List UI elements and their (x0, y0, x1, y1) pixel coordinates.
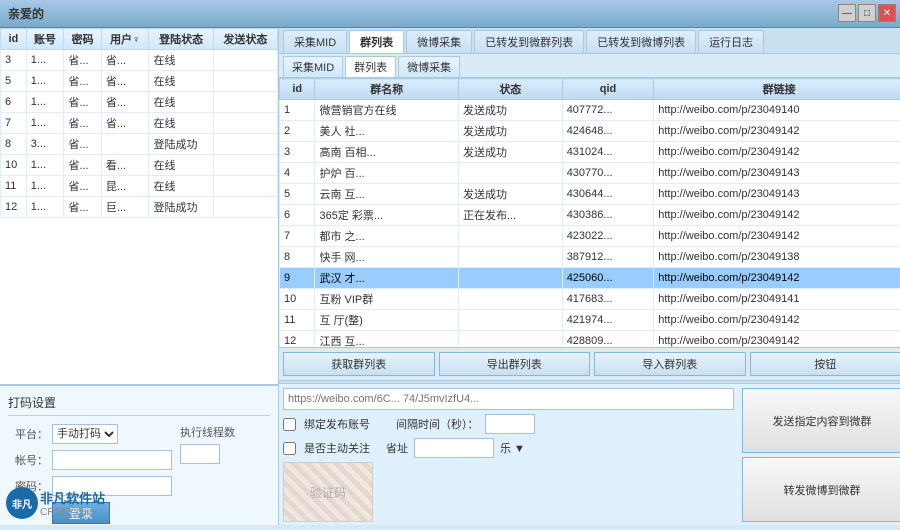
account-table-row[interactable]: 51...省...省...在线 (1, 71, 278, 92)
close-button[interactable]: ✕ (878, 4, 896, 22)
platform-label: 平台： (8, 426, 48, 442)
minimize-button[interactable]: — (838, 4, 856, 22)
more-group-btn[interactable]: 按钮 (750, 352, 900, 376)
top-tab-采集MID[interactable]: 采集MID (283, 30, 347, 53)
thread-label: 执行线程数 (180, 424, 235, 440)
account-table-row[interactable]: 71...省...省...在线 (1, 113, 278, 134)
logo-icon: 非凡 (6, 487, 38, 519)
group-table-row[interactable]: 10互粉 VIP群417683...http://weibo.com/p/230… (280, 289, 900, 310)
follow-label: 是否主动关注 (304, 440, 370, 456)
subtab-微博采集[interactable]: 微博采集 (398, 56, 460, 77)
fetch-group-btn[interactable]: 获取群列表 (283, 352, 435, 376)
group-table-row[interactable]: 1微营销官方在线发送成功407772...http://weibo.com/p/… (280, 100, 900, 121)
export-group-btn[interactable]: 导出群列表 (439, 352, 591, 376)
account-table-row[interactable]: 83...省...登陆成功 (1, 134, 278, 155)
joy-label: 乐 ▼ (500, 440, 525, 456)
account-table-row[interactable]: 111...省...昆...在线 (1, 176, 278, 197)
group-table-row[interactable]: 11互 厅(整)421974...http://weibo.com/p/2304… (280, 310, 900, 331)
col-id: id (1, 29, 27, 50)
col-account: 账号 (26, 29, 64, 50)
group-col-name: 群名称 (315, 79, 459, 100)
app-title: 亲爱的 (8, 5, 44, 22)
top-tab-运行日志[interactable]: 运行日志 (698, 30, 764, 53)
account-table-row[interactable]: 101...省...看...在线 (1, 155, 278, 176)
platform-select[interactable]: 手动打码 (52, 424, 118, 444)
group-table-area[interactable]: id 群名称 状态 qid 群链接 1微营销官方在线发送成功407772...h… (279, 78, 900, 347)
group-table-row[interactable]: 7都市 之...423022...http://weibo.com/p/2304… (280, 226, 900, 247)
group-col-status: 状态 (458, 79, 562, 100)
logo-info: 非凡软件站 CRSKY.com (40, 488, 105, 518)
captcha-image: 验证码 (283, 462, 373, 522)
group-col-id: id (280, 79, 315, 100)
top-tabs-row: 采集MID群列表微博采集已转发到微群列表已转发到微博列表运行日志 (279, 28, 900, 54)
logo-area: 非凡 非凡软件站 CRSKY.com (6, 487, 105, 519)
account-table-row[interactable]: 121...省...巨...登陆成功 (1, 197, 278, 218)
top-tab-已转发到微博列表[interactable]: 已转发到微博列表 (586, 30, 696, 53)
bottom-right-section: 发送指定内容到微群 转发微博到微群 (742, 388, 900, 522)
account-table: id 账号 密码 用户♀ 登陆状态 发送状态 31...省...省...在线51… (0, 28, 278, 218)
group-table: id 群名称 状态 qid 群链接 1微营销官方在线发送成功407772...h… (279, 78, 900, 347)
group-table-row[interactable]: 8快手 网...387912...http://weibo.com/p/2304… (280, 247, 900, 268)
main-area: id 账号 密码 用户♀ 登陆状态 发送状态 31...省...省...在线51… (0, 28, 900, 525)
bottom-content-area: 绑定发布账号 间隔时间（秒）： 0 是否主动关注 省址 乐 ▼ 验证码 (279, 384, 900, 526)
group-table-row[interactable]: 4护炉 百...430770...http://weibo.com/p/2304… (280, 163, 900, 184)
top-tab-群列表[interactable]: 群列表 (349, 30, 404, 53)
group-btn-row: 获取群列表 导出群列表 导入群列表 按钮 (279, 347, 900, 380)
bottom-panel: 关注微博评论微博转发微博发私信微博点赞批量评论批量群发申请加群取消关注删除微博 … (279, 380, 900, 525)
col-user: 用户♀ (101, 29, 149, 50)
send-to-group-btn[interactable]: 发送指定内容到微群 (742, 388, 900, 453)
account-table-area: id 账号 密码 用户♀ 登陆状态 发送状态 31...省...省...在线51… (0, 28, 278, 385)
title-bar: 亲爱的 — □ ✕ (0, 0, 900, 28)
group-table-row[interactable]: 6365定 彩票...正在发布...430386...http://weibo.… (280, 205, 900, 226)
account-label: 帐号： (8, 452, 48, 468)
group-table-row[interactable]: 3高南 百相...发送成功431024...http://weibo.com/p… (280, 142, 900, 163)
forward-to-group-btn[interactable]: 转发微博到微群 (742, 457, 900, 522)
group-table-row[interactable]: 2美人 社...发送成功424648...http://weibo.com/p/… (280, 121, 900, 142)
left-panel: id 账号 密码 用户♀ 登陆状态 发送状态 31...省...省...在线51… (0, 28, 279, 525)
save-label: 省址 (386, 440, 408, 456)
right-content: 采集MID群列表微博采集 id 群名称 状态 qid 群链接 (279, 54, 900, 380)
account-row: 帐号： (8, 450, 172, 470)
checkbox-row2: 是否主动关注 省址 乐 ▼ (283, 438, 734, 458)
top-tab-微博采集[interactable]: 微博采集 (406, 30, 472, 53)
col-send-status: 发送状态 (213, 29, 277, 50)
subtab-采集MID[interactable]: 采集MID (283, 56, 343, 77)
bottom-left-section: 绑定发布账号 间隔时间（秒）： 0 是否主动关注 省址 乐 ▼ 验证码 (283, 388, 734, 522)
subtabs-row: 采集MID群列表微博采集 (279, 54, 900, 78)
right-panel: 采集MID群列表微博采集已转发到微群列表已转发到微博列表运行日志 采集MID群列… (279, 28, 900, 525)
delay-input[interactable]: 0 (485, 414, 535, 434)
group-col-qid: qid (562, 79, 654, 100)
bind-account-checkbox[interactable] (283, 418, 296, 431)
col-login-status: 登陆状态 (149, 29, 213, 50)
checkbox-row1: 绑定发布账号 间隔时间（秒）： 0 (283, 414, 734, 434)
subtab-群列表[interactable]: 群列表 (345, 56, 396, 77)
account-table-row[interactable]: 31...省...省...在线 (1, 50, 278, 71)
top-tab-已转发到微群列表[interactable]: 已转发到微群列表 (474, 30, 584, 53)
account-table-row[interactable]: 61...省...省...在线 (1, 92, 278, 113)
group-table-row[interactable]: 5云南 互...发送成功430644...http://weibo.com/p/… (280, 184, 900, 205)
delay-label: 间隔时间（秒）： (396, 416, 479, 432)
thread-input[interactable]: 1 (180, 444, 220, 464)
group-table-row[interactable]: 9武汉 才...425060...http://weibo.com/p/2304… (280, 268, 900, 289)
logo-sub: CRSKY.com (40, 507, 105, 518)
url-input[interactable] (283, 388, 734, 410)
follow-checkbox[interactable] (283, 442, 296, 455)
maximize-button[interactable]: □ (858, 4, 876, 22)
login-settings-panel: 打码设置 平台： 手动打码 帐号： 密码： (0, 385, 278, 525)
window-controls: — □ ✕ (838, 4, 896, 22)
group-col-link: 群链接 (654, 79, 900, 100)
logo-name: 非凡软件站 (40, 488, 105, 507)
login-settings-title: 打码设置 (8, 394, 270, 416)
account-input[interactable] (52, 450, 172, 470)
import-group-btn[interactable]: 导入群列表 (594, 352, 746, 376)
thread-row: 执行线程数 (180, 424, 270, 440)
group-table-row[interactable]: 12江西 互...428809...http://weibo.com/p/230… (280, 331, 900, 348)
bind-account-label: 绑定发布账号 (304, 416, 370, 432)
col-pwd: 密码 (64, 29, 102, 50)
save-input[interactable] (414, 438, 494, 458)
platform-row: 平台： 手动打码 (8, 424, 172, 444)
group-table-panel: 采集MID群列表微博采集 id 群名称 状态 qid 群链接 (279, 54, 900, 380)
